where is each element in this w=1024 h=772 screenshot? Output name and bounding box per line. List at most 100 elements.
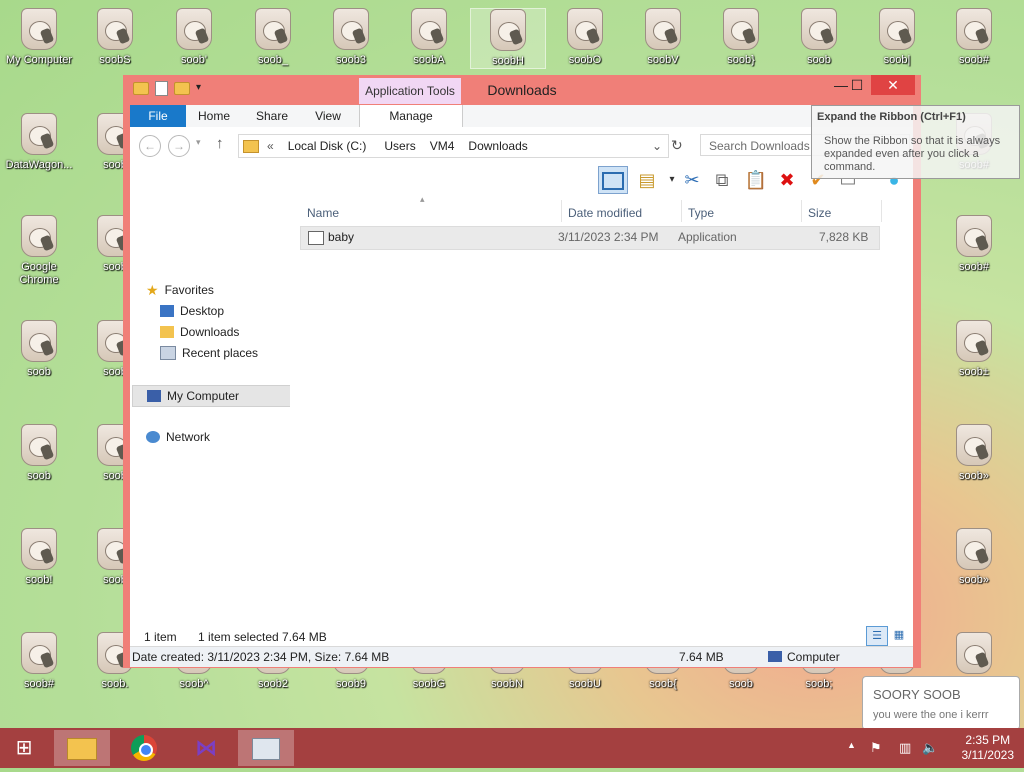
cut-icon[interactable]: ✂ xyxy=(680,169,704,191)
desktop-icon[interactable]: soob' xyxy=(157,8,231,67)
maximize-button[interactable]: ☐ xyxy=(842,75,872,95)
network-tray-icon[interactable]: ▥ xyxy=(899,740,911,756)
shortcut-icon xyxy=(21,424,57,466)
paste-icon[interactable]: 📋 xyxy=(744,169,768,191)
program-taskbar-icon[interactable] xyxy=(238,730,294,766)
desktop-icon-label: soob xyxy=(729,678,753,690)
breadcrumb-downloads[interactable]: Downloads xyxy=(468,139,527,153)
computer-icon xyxy=(768,651,782,662)
forward-button[interactable]: → xyxy=(168,135,190,157)
tab-share[interactable]: Share xyxy=(251,105,293,127)
tab-manage[interactable]: Manage xyxy=(359,105,463,127)
shortcut-icon xyxy=(176,8,212,50)
delete-icon[interactable]: ✖ xyxy=(775,169,799,191)
tab-home[interactable]: Home xyxy=(194,105,234,127)
column-divider[interactable] xyxy=(561,200,562,222)
desktop-icon[interactable]: DataWagon... xyxy=(2,113,76,172)
nav-favorites[interactable]: ★ Favorites xyxy=(146,280,214,300)
column-header-type[interactable]: Type xyxy=(688,202,714,224)
desktop-icon[interactable]: soob| xyxy=(860,8,934,67)
nav-desktop-label: Desktop xyxy=(180,304,225,318)
desktop-icon-label: soob2 xyxy=(258,678,288,690)
shortcut-icon xyxy=(956,320,992,362)
ribbon-tabs: File Home Share View Manage xyxy=(130,105,913,127)
chevron-down-icon[interactable]: ⌄ xyxy=(652,139,662,153)
desktop-icon[interactable]: soob# xyxy=(2,632,76,691)
desktop-icon[interactable]: soobA xyxy=(392,8,466,67)
notification-balloon[interactable]: SOORY SOOB you were the one i kerrr xyxy=(862,676,1020,730)
breadcrumb-local-disk[interactable]: Local Disk (C:) xyxy=(288,139,367,153)
column-divider[interactable] xyxy=(881,200,882,222)
desktop-icon-label: soobH xyxy=(492,55,524,67)
volume-icon[interactable]: 🔈 xyxy=(922,740,938,756)
refresh-icon[interactable]: ↻ xyxy=(671,137,683,154)
address-bar[interactable]: « Local Disk (C:) Users VM4 Downloads ⌄ xyxy=(238,134,669,158)
nav-recent-places[interactable]: Recent places xyxy=(160,343,258,363)
desktop-icon[interactable]: soob xyxy=(2,320,76,379)
nav-my-computer[interactable]: My Computer xyxy=(132,385,298,407)
file-explorer-taskbar-icon[interactable] xyxy=(54,730,110,766)
command-toolbar: ▤ ▾ ✂ ⧉ 📋 ✖ ✔ ▭ ● xyxy=(130,163,913,197)
shortcut-icon xyxy=(490,9,526,51)
clock-time: 2:35 PM xyxy=(965,733,1011,747)
desktop-icon-label: DataWagon... xyxy=(5,159,73,171)
desktop-icon[interactable]: soob# xyxy=(937,215,1011,274)
desktop-icon[interactable]: soobV xyxy=(626,8,700,67)
up-arrow-icon[interactable]: ↑ xyxy=(216,135,224,152)
desktop-icon[interactable]: soob_ xyxy=(236,8,310,67)
desktop-icon[interactable]: soobH xyxy=(470,8,546,69)
nav-desktop[interactable]: Desktop xyxy=(160,301,224,321)
chrome-taskbar-icon[interactable] xyxy=(116,730,172,766)
table-row[interactable]: baby 3/11/2023 2:34 PM Application 7,828… xyxy=(300,226,880,250)
breadcrumb-users[interactable]: Users xyxy=(384,139,415,153)
desktop-icon[interactable]: soob» xyxy=(937,424,1011,483)
folder-icon xyxy=(243,139,259,153)
tab-view[interactable]: View xyxy=(308,105,348,127)
desktop-icon[interactable]: My Computer xyxy=(2,8,76,67)
desktop-icon[interactable]: soob xyxy=(782,8,856,67)
recent-locations-icon[interactable]: ▾ xyxy=(196,137,201,148)
column-header-size[interactable]: Size xyxy=(808,202,831,224)
desktop-icon-label: soob' xyxy=(181,54,207,66)
desktop-icon[interactable]: soob» xyxy=(937,528,1011,587)
network-icon xyxy=(146,431,160,443)
shortcut-icon xyxy=(255,8,291,50)
desktop-icon[interactable]: soobS xyxy=(78,8,152,67)
back-button[interactable]: ← xyxy=(139,135,161,157)
desktop-icon-label: soob# xyxy=(24,678,54,690)
details-view-icon[interactable]: ☰ xyxy=(866,626,888,646)
shortcut-icon xyxy=(956,528,992,570)
window-title: Downloads xyxy=(487,82,557,98)
desktop-icon[interactable]: soobO xyxy=(548,8,622,67)
desktop-icon[interactable]: soob! xyxy=(2,528,76,587)
chevron-up-icon[interactable]: ▲ xyxy=(847,740,856,750)
large-icons-view-icon[interactable]: ▦ xyxy=(890,626,908,644)
desktop-icon[interactable]: soob} xyxy=(704,8,778,67)
tab-file[interactable]: File xyxy=(130,105,186,127)
desktop-icon[interactable]: soob xyxy=(2,424,76,483)
column-header-name[interactable]: Name xyxy=(307,202,339,224)
column-divider[interactable] xyxy=(681,200,682,222)
action-center-icon[interactable]: ⚑ xyxy=(870,740,882,756)
column-divider[interactable] xyxy=(801,200,802,222)
start-button[interactable]: ⊞ xyxy=(0,730,48,766)
visual-studio-taskbar-icon[interactable]: ⋈ xyxy=(178,730,234,766)
column-header-date[interactable]: Date modified xyxy=(568,202,642,224)
preview-pane-icon[interactable] xyxy=(598,166,628,194)
desktop-icon[interactable]: soob# xyxy=(937,8,1011,67)
shortcut-icon xyxy=(411,8,447,50)
breadcrumb-vm4[interactable]: VM4 xyxy=(430,139,455,153)
breadcrumb-overflow[interactable]: « xyxy=(267,139,274,153)
desktop-icon[interactable]: soob± xyxy=(937,320,1011,379)
copy-icon[interactable]: ⧉ xyxy=(710,169,734,191)
title-bar[interactable]: ▾ Application Tools Downloads — ☐ ✕ xyxy=(123,75,921,105)
folder-check-icon[interactable]: ▤ xyxy=(635,169,659,191)
desktop-icon[interactable]: Google Chrome xyxy=(2,215,76,287)
nav-downloads[interactable]: Downloads xyxy=(160,322,239,342)
clock[interactable]: 2:35 PM 3/11/2023 xyxy=(962,733,1015,763)
close-button[interactable]: ✕ xyxy=(871,75,915,95)
nav-network[interactable]: Network xyxy=(146,427,210,447)
shortcut-icon xyxy=(21,8,57,50)
desktop-icon-label: soob xyxy=(27,366,51,378)
desktop-icon[interactable]: soob3 xyxy=(314,8,388,67)
